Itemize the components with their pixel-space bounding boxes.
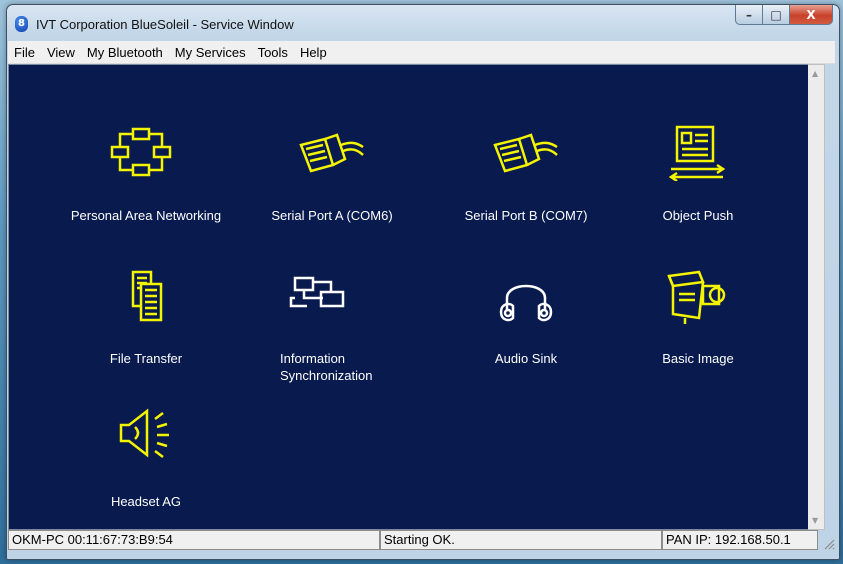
sync-icon	[289, 276, 345, 308]
close-icon: X	[806, 7, 816, 22]
service-object-push[interactable]: Object Push	[603, 125, 793, 235]
menu-view[interactable]: View	[41, 45, 81, 60]
service-label-line2: Synchronization	[280, 368, 373, 383]
close-button[interactable]: X	[790, 5, 833, 25]
service-label: Audio Sink	[494, 351, 558, 366]
service-information-synchronization[interactable]: Information Synchronization	[237, 270, 427, 390]
minimize-button[interactable]: –	[735, 5, 763, 25]
caption-buttons: – □ X	[735, 5, 833, 25]
menu-my-services[interactable]: My Services	[169, 45, 252, 60]
serial-port-icon	[493, 133, 558, 173]
service-label: Serial Port B (COM7)	[464, 208, 588, 223]
resize-grip-icon[interactable]	[821, 536, 835, 550]
service-serial-port-a[interactable]: Serial Port A (COM6)	[237, 125, 427, 235]
menu-tools[interactable]: Tools	[252, 45, 294, 60]
title-bar[interactable]: 8 IVT Corporation BlueSoleil - Service W…	[7, 5, 839, 41]
camera-icon	[667, 270, 726, 324]
menu-help[interactable]: Help	[294, 45, 333, 60]
services-panel: Personal Area Networking Serial Port A (…	[8, 64, 809, 530]
service-label: Object Push	[662, 208, 734, 223]
service-serial-port-b[interactable]: Serial Port B (COM7)	[431, 125, 621, 235]
vertical-scrollbar[interactable]: ▲ ▼	[808, 64, 825, 530]
maximize-icon: □	[770, 7, 782, 22]
maximize-button[interactable]: □	[763, 5, 790, 25]
service-file-transfer[interactable]: File Transfer	[51, 270, 241, 380]
speaker-icon	[119, 408, 169, 458]
service-label: Serial Port A (COM6)	[271, 208, 393, 223]
bluetooth-icon[interactable]: 8	[15, 16, 28, 32]
service-basic-image[interactable]: Basic Image	[603, 270, 793, 380]
menu-bar: File View My Bluetooth My Services Tools…	[8, 41, 835, 64]
service-label: Headset AG	[110, 494, 182, 509]
serial-port-icon	[299, 133, 364, 173]
network-icon	[110, 127, 172, 177]
service-label: File Transfer	[109, 351, 183, 366]
service-label: Personal Area Networking	[70, 208, 222, 223]
file-transfer-icon	[131, 270, 163, 322]
status-bar: OKM-PC 00:11:67:73:B9:54 Starting OK. PA…	[8, 530, 835, 550]
menu-my-bluetooth[interactable]: My Bluetooth	[81, 45, 169, 60]
window-title: IVT Corporation BlueSoleil - Service Win…	[36, 17, 294, 32]
object-push-icon	[668, 125, 726, 181]
status-pan-ip: PAN IP: 192.168.50.1	[662, 530, 818, 550]
scroll-up-icon[interactable]: ▲	[812, 69, 818, 78]
scroll-down-icon[interactable]: ▼	[812, 516, 818, 525]
status-message: Starting OK.	[380, 530, 662, 550]
service-headset-ag[interactable]: Headset AG	[51, 405, 241, 515]
minimize-icon: –	[746, 7, 752, 22]
headphones-icon	[499, 284, 553, 322]
service-label: Basic Image	[662, 351, 734, 366]
menu-file[interactable]: File	[8, 45, 41, 60]
service-label-line1: Information	[280, 351, 346, 366]
status-device: OKM-PC 00:11:67:73:B9:54	[8, 530, 380, 550]
service-personal-area-networking[interactable]: Personal Area Networking	[51, 125, 241, 235]
service-audio-sink[interactable]: Audio Sink	[431, 270, 621, 380]
